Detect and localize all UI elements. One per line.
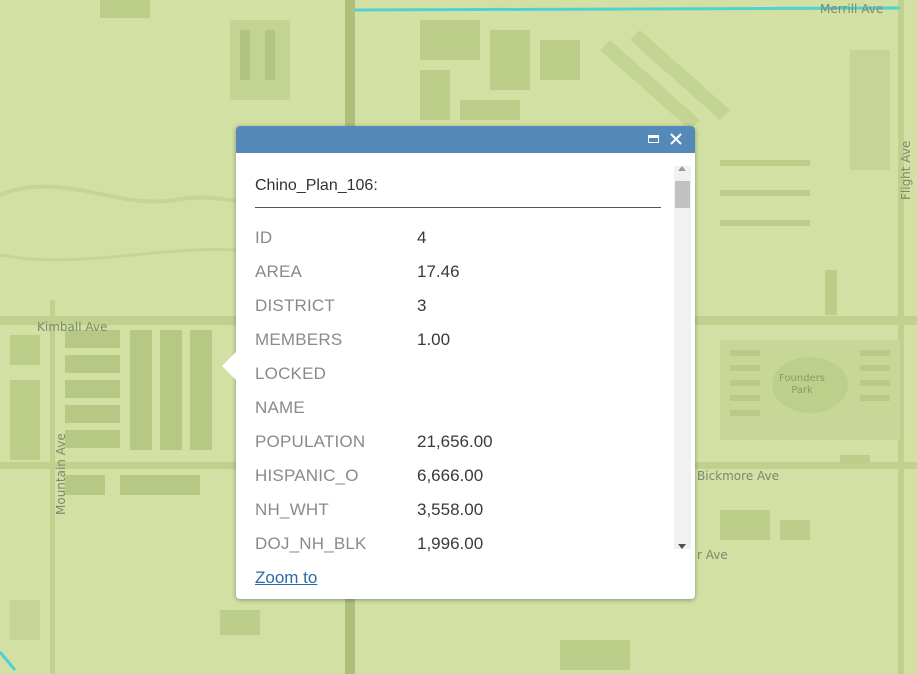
attribute-name: DOJ_NH_BLK — [255, 534, 367, 553]
attribute-value: 1.00 — [417, 330, 451, 349]
attribute-value: 6,666.00 — [417, 466, 484, 485]
popup-title: Chino_Plan_106: — [255, 177, 378, 194]
attribute-value: 1,996.00 — [417, 534, 484, 553]
attribute-name: HISPANIC_O — [255, 466, 359, 485]
scroll-thumb[interactable] — [675, 181, 690, 208]
attribute-value: 4 — [417, 228, 427, 247]
popup-body: Chino_Plan_106: ID 4 AREA 17.46 DISTRICT… — [236, 153, 695, 561]
scroll-down-arrow-icon[interactable] — [678, 544, 686, 549]
road-label-merrill: Merrill Ave — [820, 2, 884, 16]
park-label-line1: Founders — [779, 373, 826, 384]
road-label-flight: Flight Ave — [899, 140, 913, 200]
attribute-row: AREA 17.46 — [255, 262, 665, 295]
attribute-row: MEMBERS 1.00 — [255, 330, 665, 363]
attribute-name: DISTRICT — [255, 296, 335, 315]
zoom-to-link[interactable]: Zoom to — [255, 568, 317, 588]
attribute-row: LOCKED — [255, 364, 665, 397]
attribute-row: POPULATION 21,656.00 — [255, 432, 665, 465]
attribute-value: 3,558.00 — [417, 500, 484, 519]
attribute-name: LOCKED — [255, 364, 327, 383]
road-label-mountain: Mountain Ave — [54, 433, 68, 515]
feature-popup: Chino_Plan_106: ID 4 AREA 17.46 DISTRICT… — [222, 126, 695, 599]
attribute-name: MEMBERS — [255, 330, 343, 349]
attribute-name: NH_WHT — [255, 500, 329, 519]
attribute-row: NAME — [255, 398, 665, 431]
park-label-line2: Park — [791, 385, 813, 396]
close-icon[interactable] — [666, 129, 686, 149]
road-label-kimball: Kimball Ave — [37, 320, 108, 334]
attribute-row: DOJ_NH_BLK 1,996.00 — [255, 534, 665, 561]
attribute-row: NH_WHT 3,558.00 — [255, 500, 665, 533]
attribute-row: DISTRICT 3 — [255, 296, 665, 329]
attribute-row: HISPANIC_O 6,666.00 — [255, 466, 665, 499]
attribute-value: 3 — [417, 296, 427, 315]
road-label-bickmore: Bickmore Ave — [697, 469, 780, 483]
attribute-name: NAME — [255, 398, 305, 417]
attribute-name: AREA — [255, 262, 303, 281]
maximize-icon[interactable] — [644, 129, 664, 149]
attribute-row: ID 4 — [255, 228, 665, 261]
title-divider — [255, 207, 661, 208]
popup-pointer — [222, 352, 236, 380]
attribute-name: ID — [255, 228, 273, 247]
attribute-value: 17.46 — [417, 262, 460, 281]
road-label-partial: r Ave — [697, 548, 728, 562]
popup-header — [236, 126, 695, 153]
attribute-name: POPULATION — [255, 432, 366, 451]
popup-scrollbar[interactable] — [674, 166, 691, 549]
park-label: Founders Park — [779, 373, 825, 397]
attribute-value: 21,656.00 — [417, 432, 493, 451]
scroll-up-arrow-icon[interactable] — [678, 166, 686, 171]
